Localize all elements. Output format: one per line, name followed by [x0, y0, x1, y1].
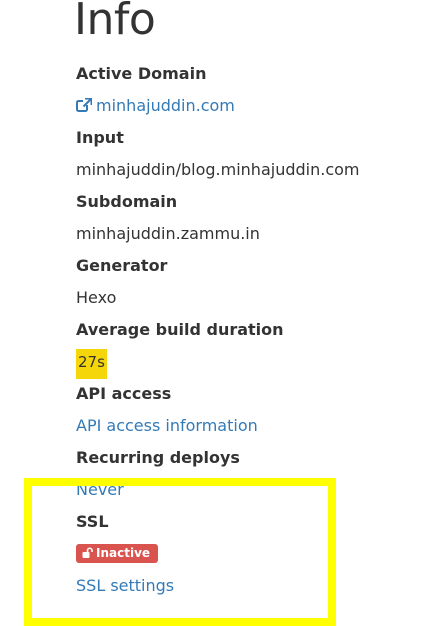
api-access-label: API access: [76, 384, 172, 403]
active-domain-link[interactable]: minhajuddin.com: [76, 96, 235, 115]
active-domain-label: Active Domain: [76, 64, 207, 83]
info-list: Active Domain minhajuddin.com Input minh…: [76, 62, 359, 606]
ssl-settings-link[interactable]: SSL settings: [76, 576, 174, 595]
subdomain-value: minhajuddin.zammu.in: [76, 224, 260, 243]
unlock-icon: [82, 545, 93, 564]
build-duration-value: 27s: [76, 349, 359, 382]
subdomain-label: Subdomain: [76, 192, 178, 211]
ssl-status-text: Inactive: [96, 546, 151, 560]
ssl-status: Inactive: [76, 542, 359, 574]
input-value: minhajuddin/blog.minhajuddin.com: [76, 160, 360, 179]
ssl-status-badge: Inactive: [76, 544, 159, 564]
active-domain-text: minhajuddin.com: [96, 96, 235, 115]
external-link-icon: [76, 96, 93, 120]
active-domain-value: minhajuddin.com: [76, 94, 359, 126]
build-duration-badge: 27s: [76, 349, 107, 379]
build-duration-label: Average build duration: [76, 320, 284, 339]
recurring-deploys-label: Recurring deploys: [76, 448, 240, 467]
ssl-label: SSL: [76, 512, 109, 531]
input-label: Input: [76, 128, 124, 147]
page-title: Info: [74, 0, 156, 45]
ssl-settings-row: SSL settings: [76, 574, 359, 606]
generator-value: Hexo: [76, 288, 117, 307]
recurring-deploys-link[interactable]: Never: [76, 480, 124, 499]
recurring-deploys-value: Never: [76, 478, 359, 510]
api-access-link[interactable]: API access information: [76, 416, 258, 435]
generator-label: Generator: [76, 256, 168, 275]
api-access-value: API access information: [76, 414, 359, 446]
